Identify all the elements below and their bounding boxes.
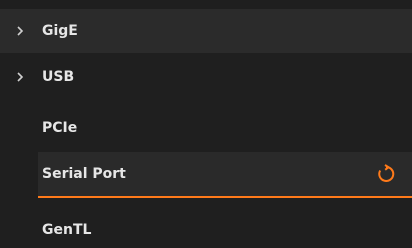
- tree-item-label: GenTL: [42, 222, 92, 238]
- tree-item-pcie[interactable]: PCIe: [0, 106, 412, 150]
- chevron-right-icon[interactable]: [13, 72, 27, 82]
- refresh-icon[interactable]: [374, 162, 398, 186]
- tree-item-label: USB: [42, 69, 75, 85]
- tree-item-label: GigE: [42, 23, 78, 39]
- selected-underline: [38, 196, 412, 198]
- tree-item-gige[interactable]: GigE: [0, 9, 412, 53]
- tree-item-label: Serial Port: [42, 166, 126, 182]
- tree-item-serial-port[interactable]: Serial Port: [38, 152, 412, 196]
- tree-item-usb[interactable]: USB: [0, 55, 412, 99]
- tree-item-label: PCIe: [42, 120, 78, 136]
- tree-item-gentl[interactable]: GenTL: [0, 208, 412, 248]
- chevron-right-icon[interactable]: [13, 26, 27, 36]
- device-tree: GigE USB PCIe Serial Port GenTL: [0, 0, 412, 248]
